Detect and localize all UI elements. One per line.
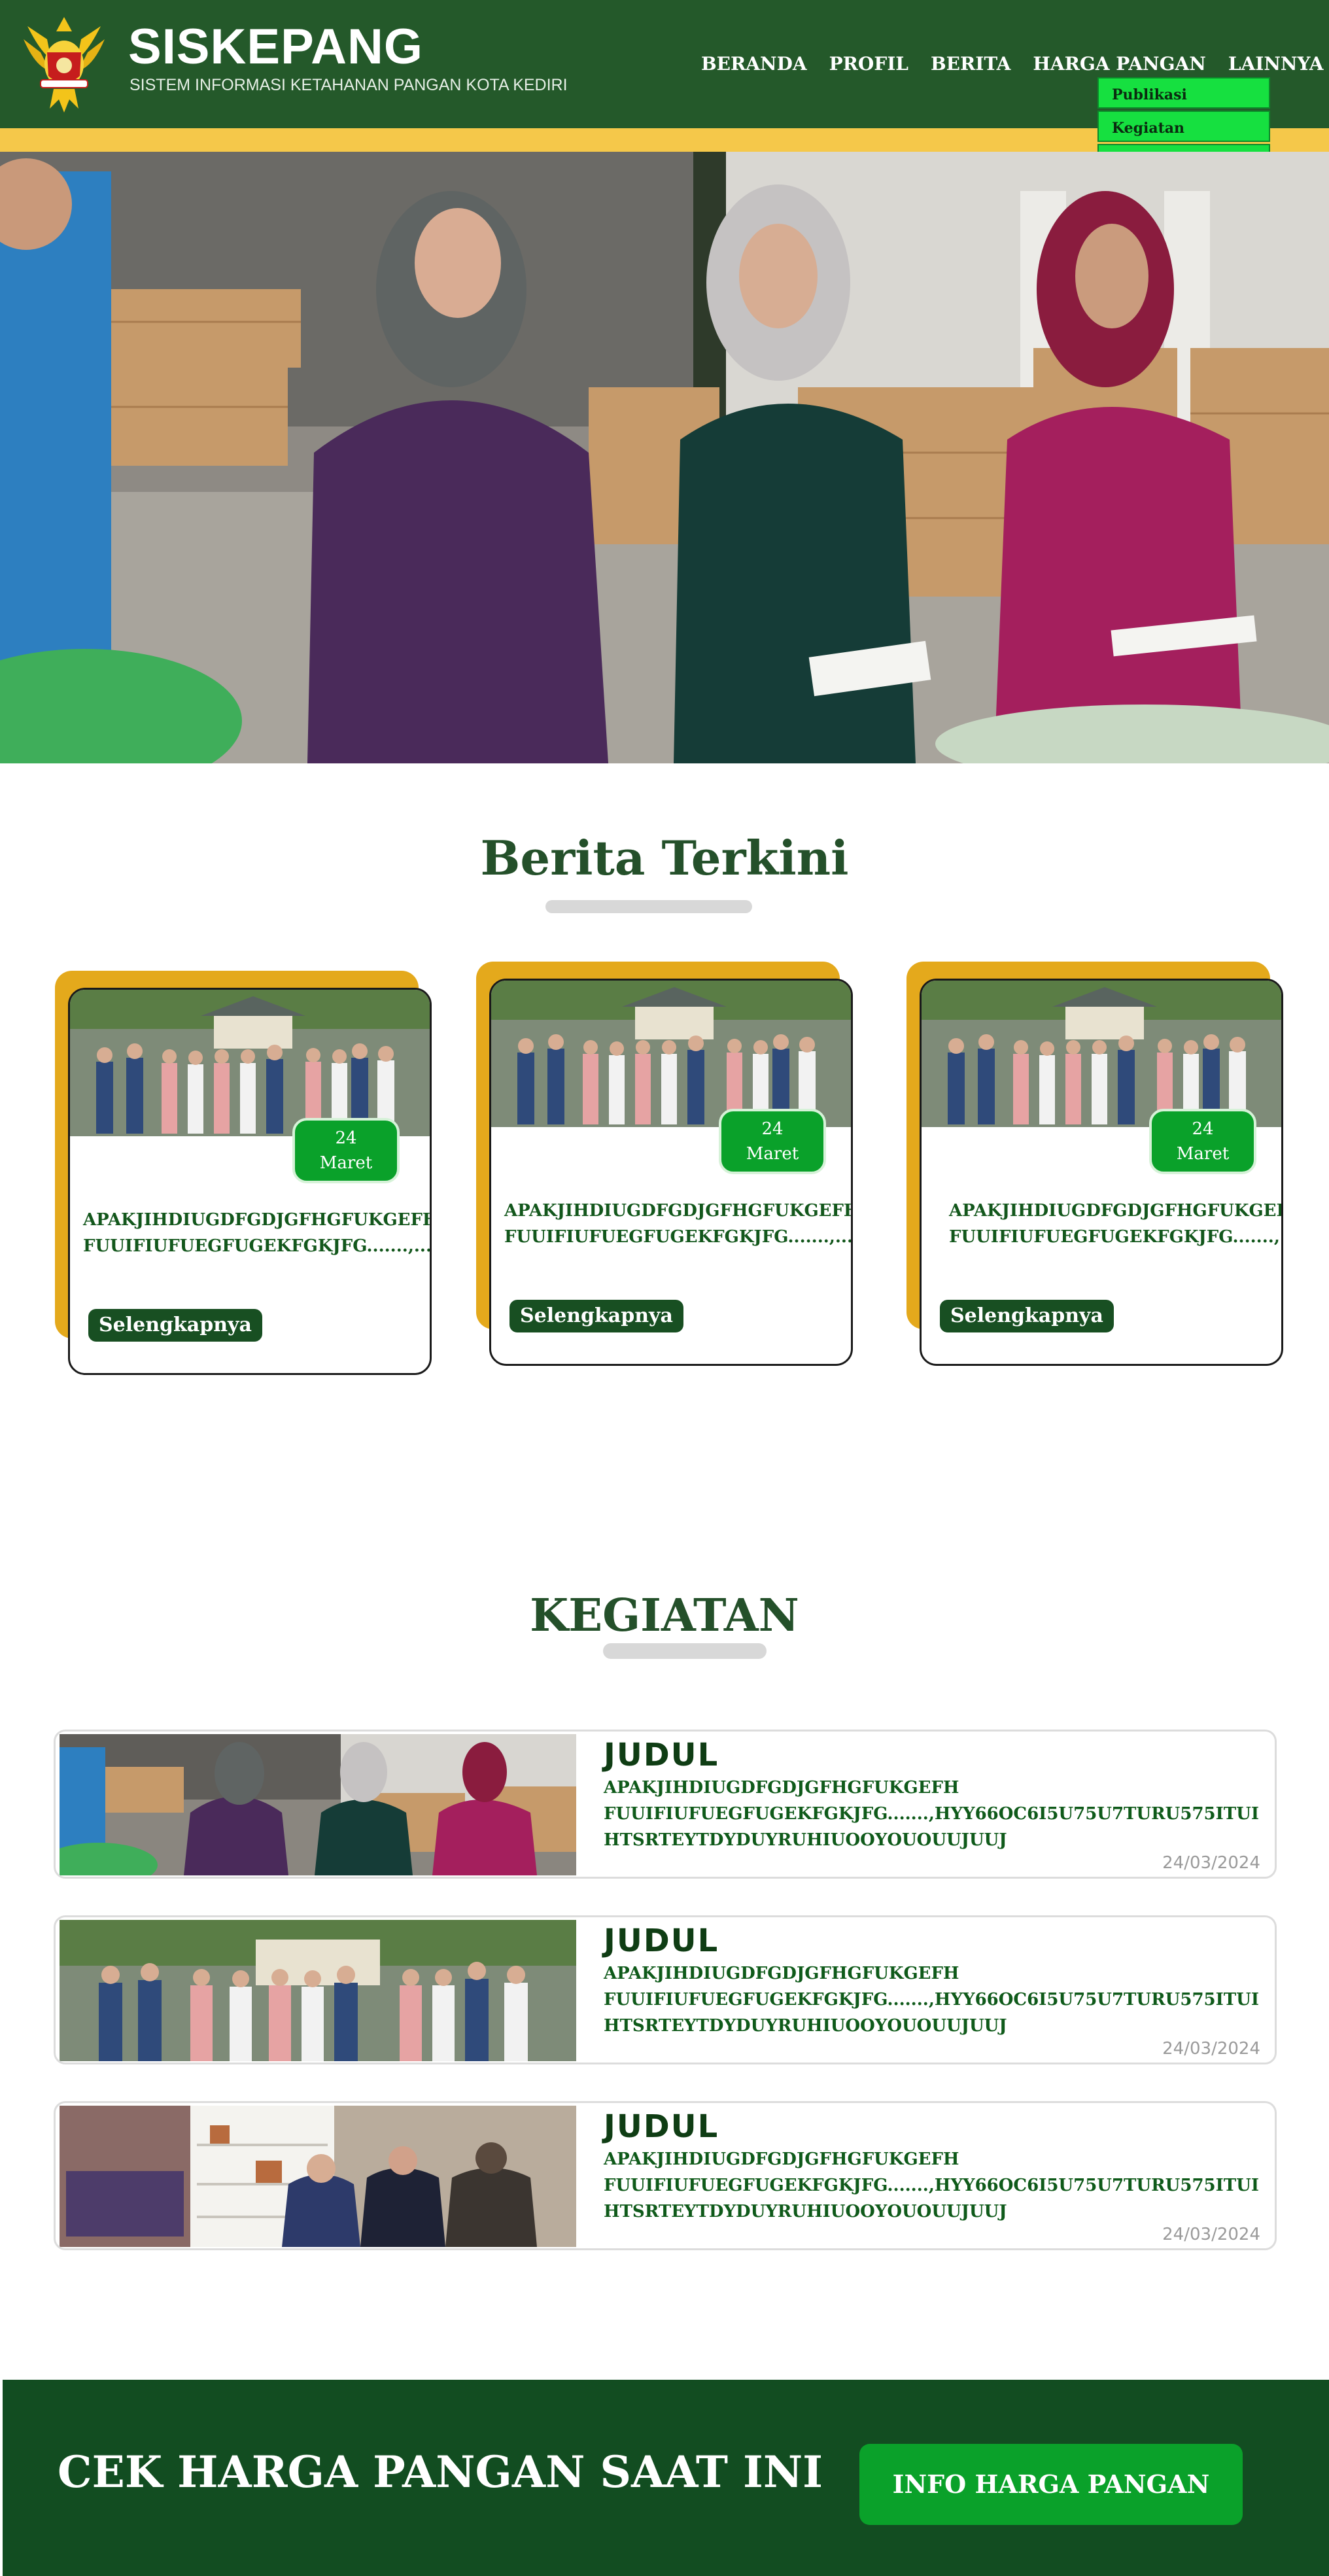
news-card-text: APAKJIHDIUGDFGDJGFHGFUKGEFH FUUIFIUFUEGF…: [83, 1210, 432, 1256]
activity-date: 24/03/2024: [1162, 2225, 1260, 2244]
news-date-badge: 24 Maret: [719, 1109, 826, 1174]
garuda-logo[interactable]: [21, 13, 107, 115]
info-harga-pangan-button[interactable]: INFO HARGA PANGAN: [859, 2444, 1243, 2525]
activity-title: JUDUL: [604, 1923, 719, 1959]
activity-description: APAKJIHDIUGDFGDJGFHGFUKGEFH FUUIFIUFUEGF…: [604, 1964, 1259, 2036]
nav-harga-pangan[interactable]: HARGA PANGAN: [1033, 55, 1205, 73]
hero-photo: [0, 152, 1329, 763]
news-card[interactable]: 24 Maret APAKJIHDIUGDFGDJGFHGFUKGEFH FUU…: [68, 988, 432, 1375]
nav-beranda[interactable]: BERANDA: [701, 55, 807, 73]
nav-lainnya-label: LAINNYA: [1228, 53, 1324, 75]
news-card-photo: [491, 981, 851, 1127]
dropdown-item-kegiatan[interactable]: Kegiatan: [1097, 111, 1270, 142]
dropdown-item-publikasi[interactable]: Publikasi: [1097, 77, 1270, 109]
news-date-badge: 24 Maret: [292, 1118, 400, 1183]
news-card-text: APAKJIHDIUGDFGDJGFHGFUKGEFH FUUIFIUFUEGF…: [949, 1201, 1283, 1247]
news-title-underline: [545, 900, 752, 913]
news-date-month: Maret: [746, 1144, 799, 1164]
activities-title-underline: [603, 1643, 767, 1659]
read-more-button[interactable]: Selengkapnya: [88, 1309, 262, 1342]
site-tagline: SISTEM INFORMASI KETAHANAN PANGAN KOTA K…: [129, 76, 568, 94]
news-section-title: Berita Terkini: [480, 830, 849, 886]
news-date-day: 24: [1192, 1119, 1214, 1139]
activity-photo: [60, 1734, 576, 1875]
news-card[interactable]: 24 Maret APAKJIHDIUGDFGDJGFHGFUKGEFH FUU…: [920, 979, 1283, 1366]
read-more-button[interactable]: Selengkapnya: [940, 1300, 1114, 1332]
activity-description: APAKJIHDIUGDFGDJGFHGFUKGEFH FUUIFIUFUEGF…: [604, 2150, 1259, 2221]
news-date-month: Maret: [319, 1153, 373, 1173]
activity-item[interactable]: JUDUL APAKJIHDIUGDFGDJGFHGFUKGEFH FUUIFI…: [54, 1915, 1277, 2064]
nav-berita[interactable]: BERITA: [931, 55, 1010, 73]
activity-photo: [60, 2106, 576, 2247]
news-date-badge: 24 Maret: [1149, 1109, 1256, 1174]
price-cta-heading: CEK HARGA PANGAN SAAT INI: [58, 2446, 823, 2498]
activity-title: JUDUL: [604, 2108, 719, 2145]
activity-item[interactable]: JUDUL APAKJIHDIUGDFGDJGFHGFUKGEFH FUUIFI…: [54, 1730, 1277, 1879]
price-cta-banner: CEK HARGA PANGAN SAAT INI INFO HARGA PAN…: [3, 2380, 1329, 2576]
activity-date: 24/03/2024: [1162, 2039, 1260, 2059]
site-brand[interactable]: SISKEPANG: [128, 22, 423, 72]
news-date-month: Maret: [1176, 1144, 1230, 1164]
news-card-photo: [70, 990, 430, 1136]
read-more-button[interactable]: Selengkapnya: [509, 1300, 683, 1332]
news-card-photo: [922, 981, 1281, 1127]
news-card[interactable]: 24 Maret APAKJIHDIUGDFGDJGFHGFUKGEFH FUU…: [489, 979, 853, 1366]
main-nav: BERANDA PROFIL BERITA HARGA PANGAN LAINN…: [701, 55, 1329, 73]
activity-item[interactable]: JUDUL APAKJIHDIUGDFGDJGFHGFUKGEFH FUUIFI…: [54, 2101, 1277, 2250]
activity-photo: [60, 1920, 576, 2061]
nav-profil[interactable]: PROFIL: [829, 55, 908, 73]
news-date-day: 24: [335, 1128, 357, 1148]
activity-title: JUDUL: [604, 1737, 719, 1773]
activity-date: 24/03/2024: [1162, 1853, 1260, 1873]
activities-section-title: KEGIATAN: [530, 1590, 799, 1642]
activity-description: APAKJIHDIUGDFGDJGFHGFUKGEFH FUUIFIUFUEGF…: [604, 1778, 1259, 1850]
nav-lainnya[interactable]: LAINNYA: [1228, 55, 1329, 73]
news-card-text: APAKJIHDIUGDFGDJGFHGFUKGEFH FUUIFIUFUEGF…: [504, 1201, 853, 1247]
news-date-day: 24: [761, 1119, 784, 1139]
